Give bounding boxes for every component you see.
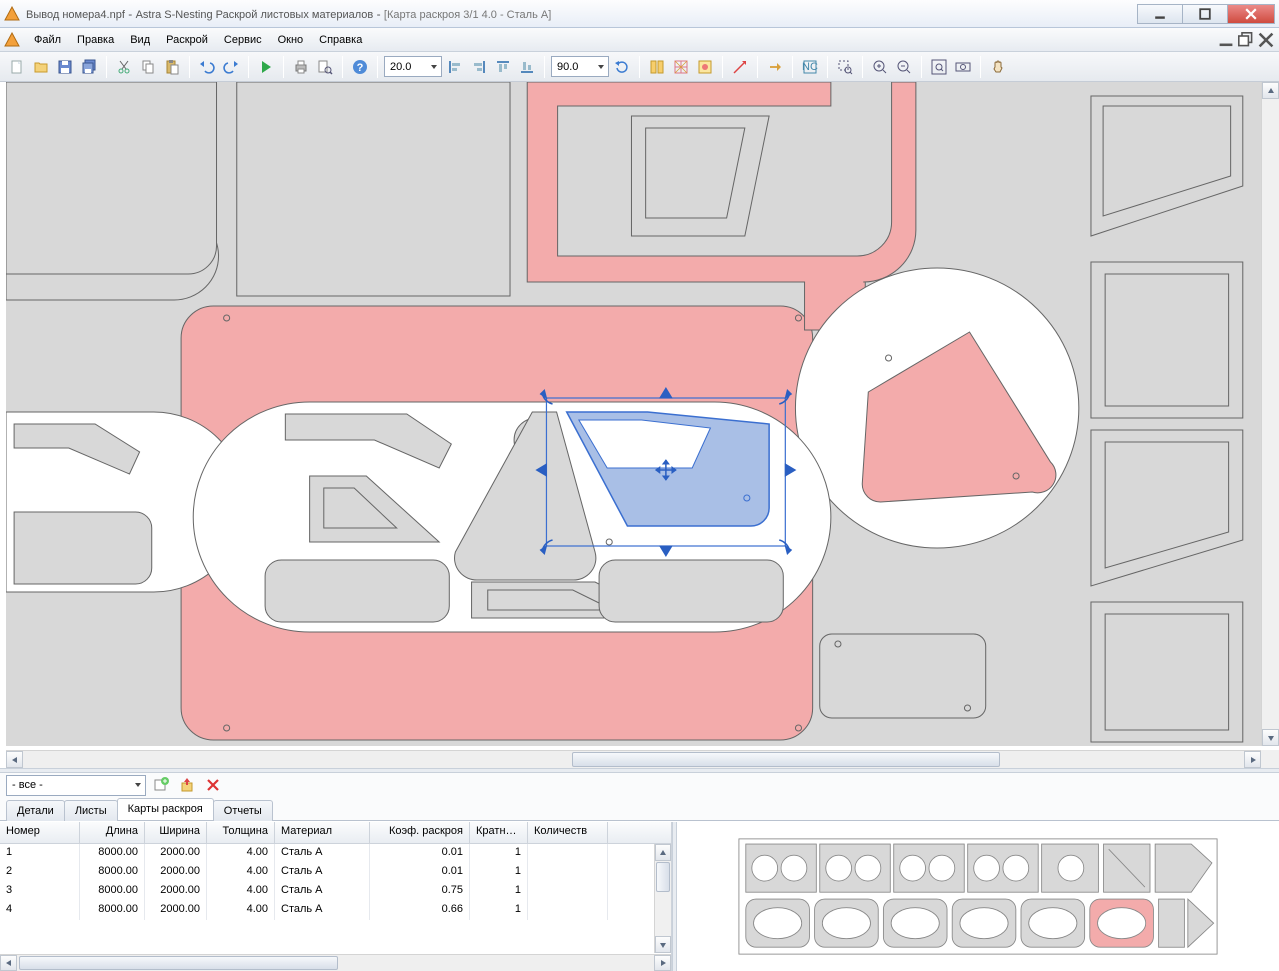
copy-icon[interactable] [137, 56, 159, 78]
print-preview-icon[interactable] [314, 56, 336, 78]
col-qty[interactable]: Количеств [528, 822, 608, 843]
new-icon[interactable] [6, 56, 28, 78]
layers-icon[interactable] [694, 56, 716, 78]
maximize-button[interactable] [1182, 4, 1228, 24]
col-material[interactable]: Материал [275, 822, 370, 843]
menu-file[interactable]: Файл [26, 31, 69, 49]
pan-icon[interactable] [987, 56, 1009, 78]
scroll-down-icon[interactable] [1262, 729, 1279, 746]
open-icon[interactable] [30, 56, 52, 78]
col-thickness[interactable]: Толщина [207, 822, 275, 843]
tab-details[interactable]: Детали [6, 800, 65, 821]
mdi-restore-button[interactable] [1237, 32, 1255, 48]
grid-vscroll[interactable] [654, 844, 671, 953]
angle-combo[interactable]: 90.0 [551, 56, 609, 77]
menu-nesting[interactable]: Раскрой [158, 31, 216, 49]
help-icon[interactable]: ? [349, 56, 371, 78]
align-bottom-icon[interactable] [516, 56, 538, 78]
col-length[interactable]: Длина [80, 822, 145, 843]
menu-help[interactable]: Справка [311, 31, 370, 49]
col-number[interactable]: Номер [0, 822, 80, 843]
run-icon[interactable] [255, 56, 277, 78]
menu-service[interactable]: Сервис [216, 31, 270, 49]
save-icon[interactable] [54, 56, 76, 78]
bottom-panel: - все - Детали Листы Карты раскроя Отчет… [0, 773, 1279, 971]
col-mult[interactable]: Кратно… [470, 822, 528, 843]
menu-view[interactable]: Вид [122, 31, 158, 49]
grid-hscroll[interactable] [0, 954, 671, 971]
sheet-preview[interactable] [677, 822, 1279, 971]
titlebar: Вывод номера4.npf - Astra S-Nesting Раск… [0, 0, 1279, 28]
canvas-hscroll[interactable] [6, 750, 1261, 768]
menu-edit[interactable]: Правка [69, 31, 122, 49]
grid-icon[interactable] [670, 56, 692, 78]
add-sheet-icon[interactable] [150, 774, 172, 796]
hscroll-thumb[interactable] [572, 752, 999, 767]
tab-sheets[interactable]: Листы [64, 800, 118, 821]
tab-nesting-maps[interactable]: Карты раскроя [117, 798, 214, 820]
mdi-close-button[interactable] [1257, 32, 1275, 48]
menubar: Файл Правка Вид Раскрой Сервис Окно Спра… [0, 28, 1279, 52]
table-row[interactable]: 48000.002000.004.00Сталь A0.661 [0, 901, 671, 920]
undo-icon[interactable] [196, 56, 218, 78]
canvas-vscroll[interactable] [1261, 82, 1279, 746]
close-button[interactable] [1227, 4, 1275, 24]
align-left-icon[interactable] [444, 56, 466, 78]
export-icon[interactable] [176, 774, 198, 796]
zoom-window-icon[interactable] [834, 56, 856, 78]
delete-icon[interactable] [202, 774, 224, 796]
scroll-up-icon[interactable] [1262, 82, 1279, 99]
table-row[interactable]: 38000.002000.004.00Сталь A0.751 [0, 882, 671, 901]
redo-icon[interactable] [220, 56, 242, 78]
rotate-icon[interactable] [611, 56, 633, 78]
next-icon[interactable] [764, 56, 786, 78]
mdi-minimize-button[interactable] [1217, 32, 1235, 48]
paste-icon[interactable] [161, 56, 183, 78]
toolbar: ? 20.0 90.0 NC [0, 52, 1279, 82]
align-top-icon[interactable] [492, 56, 514, 78]
table-row[interactable]: 28000.002000.004.00Сталь A0.011 [0, 863, 671, 882]
zoom-in-icon[interactable] [869, 56, 891, 78]
align-right-icon[interactable] [468, 56, 490, 78]
app-icon-small [4, 32, 20, 48]
app-icon [4, 6, 20, 22]
save-all-icon[interactable] [78, 56, 100, 78]
grid-header: Номер Длина Ширина Толщина Материал Коэф… [0, 822, 671, 844]
data-grid[interactable]: Номер Длина Ширина Толщина Материал Коэф… [0, 822, 672, 971]
svg-text:?: ? [357, 62, 364, 74]
zoom-fit-icon[interactable] [928, 56, 950, 78]
col-coef[interactable]: Коэф. раскроя [370, 822, 470, 843]
zoom-out-icon[interactable] [893, 56, 915, 78]
workspace [0, 82, 1279, 768]
zoom-extents-icon[interactable] [952, 56, 974, 78]
step-combo[interactable]: 20.0 [384, 56, 442, 77]
nesting-canvas[interactable] [6, 82, 1261, 746]
nc-output-icon[interactable]: NC [799, 56, 821, 78]
move-arrow-icon[interactable] [729, 56, 751, 78]
scroll-left-icon[interactable] [6, 751, 23, 768]
minimize-button[interactable] [1137, 4, 1183, 24]
tab-bar: Детали Листы Карты раскроя Отчеты [0, 797, 1279, 821]
filter-combo[interactable]: - все - [6, 775, 146, 796]
scroll-right-icon[interactable] [1244, 751, 1261, 768]
menu-window[interactable]: Окно [270, 31, 312, 49]
table-row[interactable]: 18000.002000.004.00Сталь A0.011 [0, 844, 671, 863]
col-width[interactable]: Ширина [145, 822, 207, 843]
svg-text:NC: NC [802, 61, 818, 73]
window-title: Вывод номера4.npf - Astra S-Nesting Раск… [26, 7, 551, 21]
print-icon[interactable] [290, 56, 312, 78]
cut-icon[interactable] [113, 56, 135, 78]
part-list-icon[interactable] [646, 56, 668, 78]
tab-reports[interactable]: Отчеты [213, 800, 273, 821]
